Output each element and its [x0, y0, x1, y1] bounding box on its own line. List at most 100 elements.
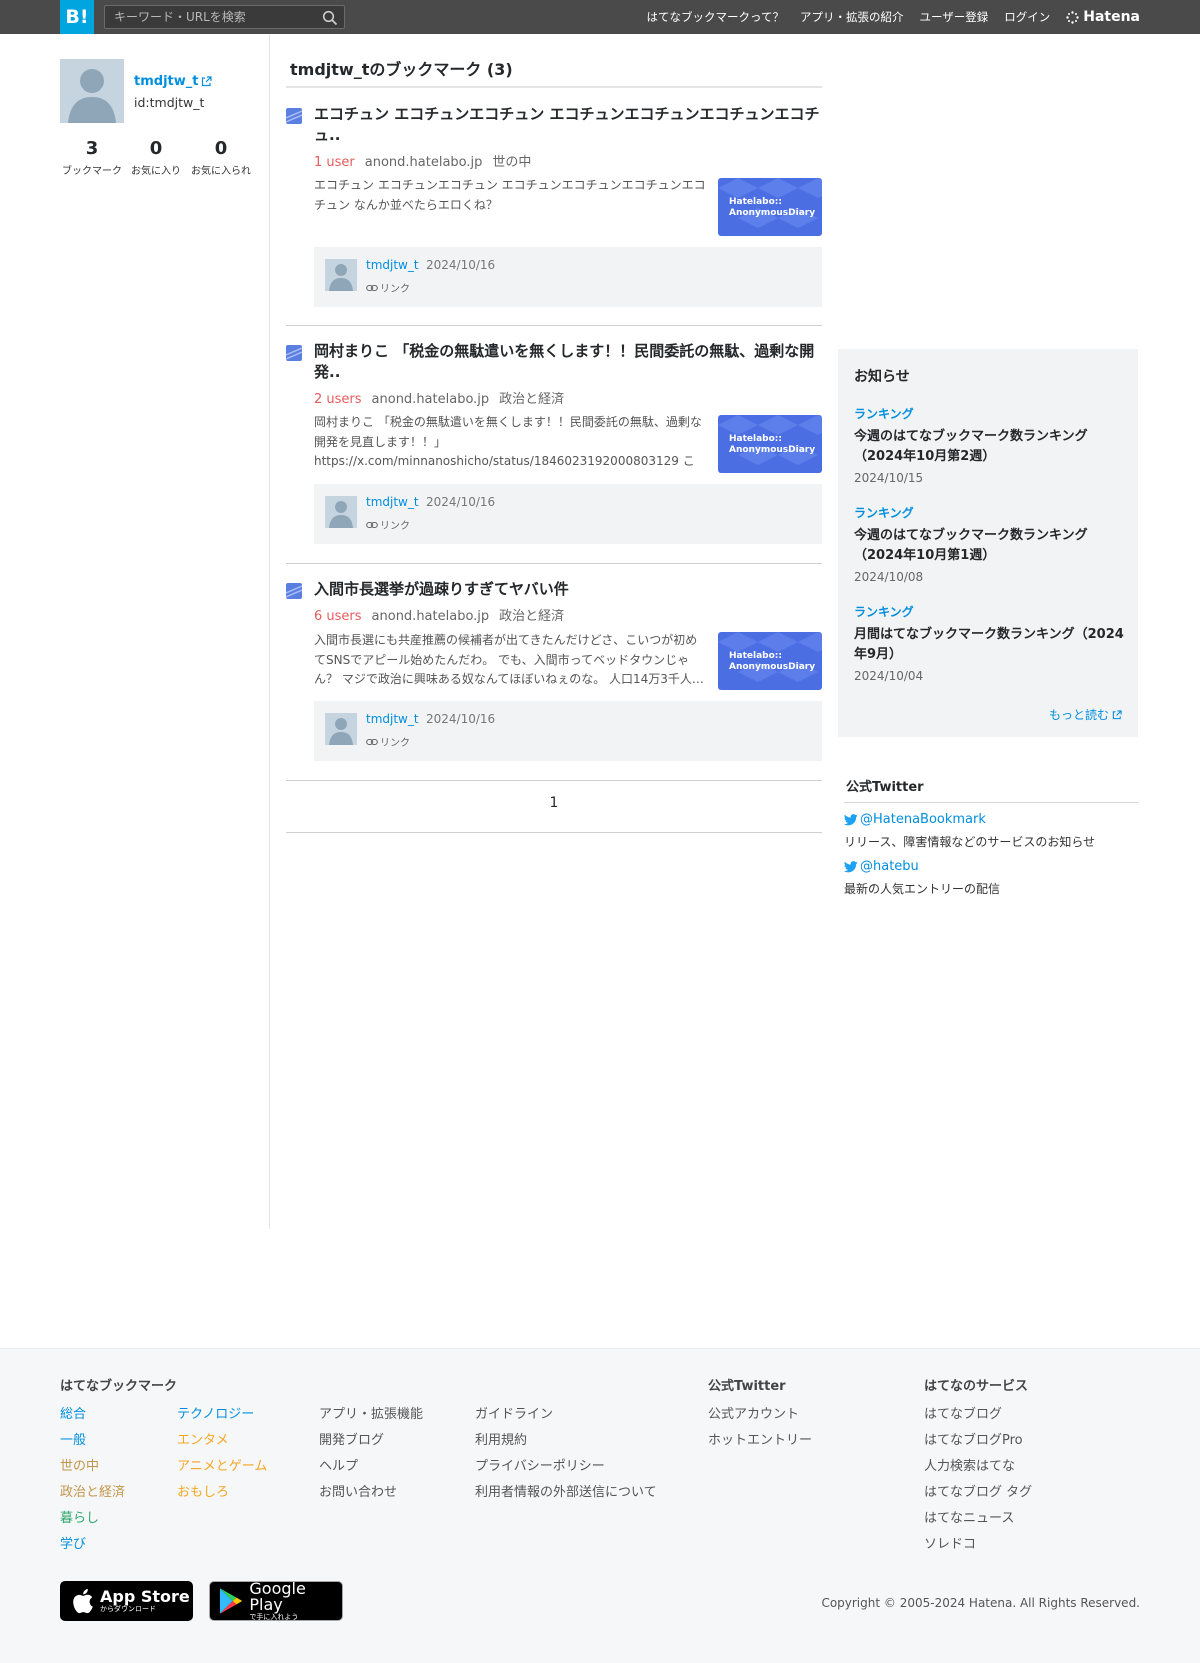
footer-link[interactable]: ホットエントリー — [708, 1428, 812, 1454]
twitter-account-desc: 最新の人気エントリーの配信 — [844, 882, 1001, 896]
bookmark-comment: tmdjtw_t 2024/10/16 リンク — [314, 484, 822, 544]
footer-service-link[interactable]: はてなブログ — [924, 1402, 1032, 1428]
nav-login[interactable]: ログイン — [1004, 9, 1050, 25]
thumbnail-text: Hatelabo:: AnonymousDiary — [729, 651, 816, 672]
footer-category-link[interactable]: おもしろ — [177, 1480, 267, 1506]
footer-link[interactable]: アプリ・拡張機能 — [319, 1402, 423, 1428]
footer-category-link[interactable]: 総合 — [60, 1402, 125, 1428]
twitter-account-link[interactable]: @hatebu — [844, 859, 919, 874]
news-category[interactable]: ランキング — [854, 603, 1124, 620]
entry-thumbnail[interactable]: Hatelabo:: AnonymousDiary — [718, 415, 822, 473]
link-icon — [366, 521, 378, 528]
link-tag[interactable]: リンク — [366, 734, 410, 749]
link-tag[interactable]: リンク — [366, 280, 410, 295]
bookmark-date[interactable]: 2024/10/16 — [426, 495, 495, 509]
news-item[interactable]: ランキング 今週のはてなブックマーク数ランキング（2024年10月第2週） 20… — [854, 405, 1124, 485]
footer-link[interactable]: ガイドライン — [475, 1402, 657, 1428]
footer-category-link[interactable]: アニメとゲーム — [177, 1454, 267, 1480]
link-icon — [366, 738, 378, 745]
user-name-link[interactable]: tmdjtw_t — [134, 74, 213, 89]
news-title[interactable]: 今週のはてなブックマーク数ランキング（2024年10月第2週） — [854, 427, 1124, 467]
search-input[interactable] — [105, 6, 315, 28]
footer-link[interactable]: 利用規約 — [475, 1428, 657, 1454]
footer-link[interactable]: ヘルプ — [319, 1454, 423, 1480]
footer-category-link[interactable]: 学び — [60, 1532, 125, 1558]
news-item[interactable]: ランキング 月間はてなブックマーク数ランキング（2024年9月） 2024/10… — [854, 603, 1124, 683]
nav-apps[interactable]: アプリ・拡張の紹介 — [800, 9, 904, 25]
entry-thumbnail[interactable]: Hatelabo:: AnonymousDiary — [718, 178, 822, 236]
hatebu-logo[interactable]: B! — [60, 0, 94, 34]
entry-category[interactable]: 政治と経済 — [499, 609, 564, 624]
footer-category-link[interactable]: 暮らし — [60, 1506, 125, 1532]
apple-icon — [73, 1589, 93, 1614]
entry-category[interactable]: 世の中 — [492, 155, 531, 170]
google-play-badge[interactable]: Google Play で手に入れよう — [209, 1580, 343, 1621]
footer-category-link[interactable]: 一般 — [60, 1428, 125, 1454]
entry-domain[interactable]: anond.hatelabo.jp — [372, 392, 490, 407]
entry-category[interactable]: 政治と経済 — [499, 392, 564, 407]
footer-twitter-links: 公式アカウント ホットエントリー — [708, 1402, 812, 1454]
footer-link[interactable]: 利用者情報の外部送信について — [475, 1480, 657, 1506]
bookmark-date[interactable]: 2024/10/16 — [426, 258, 495, 272]
twitter-account-link[interactable]: @HatenaBookmark — [844, 812, 986, 827]
footer-category-link[interactable]: 世の中 — [60, 1454, 125, 1480]
user-avatar[interactable] — [60, 59, 124, 123]
footer-category-link[interactable]: エンタメ — [177, 1428, 267, 1454]
stat-label: お気に入られ — [191, 166, 251, 177]
hatena-logo-icon — [1066, 10, 1079, 24]
avatar[interactable] — [325, 713, 357, 745]
avatar[interactable] — [325, 259, 357, 291]
bookmark-comment: tmdjtw_t 2024/10/16 リンク — [314, 247, 822, 307]
entry-domain[interactable]: anond.hatelabo.jp — [365, 155, 483, 170]
entry-users-count[interactable]: 6 users — [314, 609, 362, 624]
app-store-badge[interactable]: App Store からダウンロード — [60, 1581, 193, 1621]
external-link-icon — [1112, 709, 1122, 719]
bookmark-user[interactable]: tmdjtw_t — [366, 712, 419, 726]
search-icon[interactable] — [322, 10, 338, 26]
news-category[interactable]: ランキング — [854, 504, 1124, 521]
twitter-bird-icon — [844, 813, 858, 825]
footer-service-link[interactable]: はてなブログ タグ — [924, 1480, 1032, 1506]
link-tag[interactable]: リンク — [366, 517, 410, 532]
footer-category-link[interactable]: 政治と経済 — [60, 1480, 125, 1506]
footer-categories-2: テクノロジー エンタメ アニメとゲーム おもしろ — [177, 1402, 267, 1506]
bookmark-user[interactable]: tmdjtw_t — [366, 258, 419, 272]
footer-service-link[interactable]: はてなブログPro — [924, 1428, 1032, 1454]
news-item[interactable]: ランキング 今週のはてなブックマーク数ランキング（2024年10月第1週） 20… — [854, 504, 1124, 584]
user-name: tmdjtw_t — [134, 74, 199, 89]
thumbnail-text: Hatelabo:: AnonymousDiary — [729, 434, 816, 455]
footer-link[interactable]: 開発ブログ — [319, 1428, 423, 1454]
bookmark-user[interactable]: tmdjtw_t — [366, 495, 419, 509]
footer-link[interactable]: お問い合わせ — [319, 1480, 423, 1506]
avatar[interactable] — [325, 496, 357, 528]
nav-about[interactable]: はてなブックマークって？ — [647, 9, 784, 25]
entry-title-link[interactable]: エコチュン エコチュンエコチュン エコチュンエコチュンエコチュンエコチュ.. — [314, 104, 822, 146]
app-store-label: App Store — [100, 1586, 190, 1606]
stat-value: 0 — [214, 138, 228, 159]
news-title[interactable]: 月間はてなブックマーク数ランキング（2024年9月） — [854, 625, 1124, 665]
user-id: id:tmdjtw_t — [134, 95, 205, 110]
footer-service-link[interactable]: はてなニュース — [924, 1506, 1032, 1532]
footer-service-link[interactable]: 人力検索はてな — [924, 1454, 1032, 1480]
footer-link[interactable]: 公式アカウント — [708, 1402, 812, 1428]
nav-register[interactable]: ユーザー登録 — [919, 9, 988, 25]
favicon-icon — [286, 108, 302, 124]
stat-bookmarks[interactable]: 3 ブックマーク — [60, 138, 124, 177]
stat-favorited[interactable]: 0 お気に入られ — [188, 138, 254, 177]
footer-link[interactable]: プライバシーポリシー — [475, 1454, 657, 1480]
footer-category-link[interactable]: テクノロジー — [177, 1402, 267, 1428]
stat-favorites[interactable]: 0 お気に入り — [124, 138, 188, 177]
news-title[interactable]: 今週のはてなブックマーク数ランキング（2024年10月第1週） — [854, 526, 1124, 566]
news-category[interactable]: ランキング — [854, 405, 1124, 422]
entry-users-count[interactable]: 1 user — [314, 155, 355, 170]
hatena-brand-link[interactable]: Hatena — [1066, 9, 1140, 25]
entry-title-link[interactable]: 入間市長選挙が過疎りすぎてヤバい件 — [314, 579, 822, 600]
entry-domain[interactable]: anond.hatelabo.jp — [372, 609, 490, 624]
page-number[interactable]: 1 — [550, 795, 559, 811]
entry-title-link[interactable]: 岡村まりこ 「税金の無駄遣いを無くします！！民間委託の無駄、過剰な開発.. — [314, 341, 822, 383]
bookmark-date[interactable]: 2024/10/16 — [426, 712, 495, 726]
entry-users-count[interactable]: 2 users — [314, 392, 362, 407]
entry-thumbnail[interactable]: Hatelabo:: AnonymousDiary — [718, 632, 822, 690]
footer-service-link[interactable]: ソレドコ — [924, 1532, 1032, 1558]
news-more-link[interactable]: もっと読む — [1049, 706, 1122, 723]
